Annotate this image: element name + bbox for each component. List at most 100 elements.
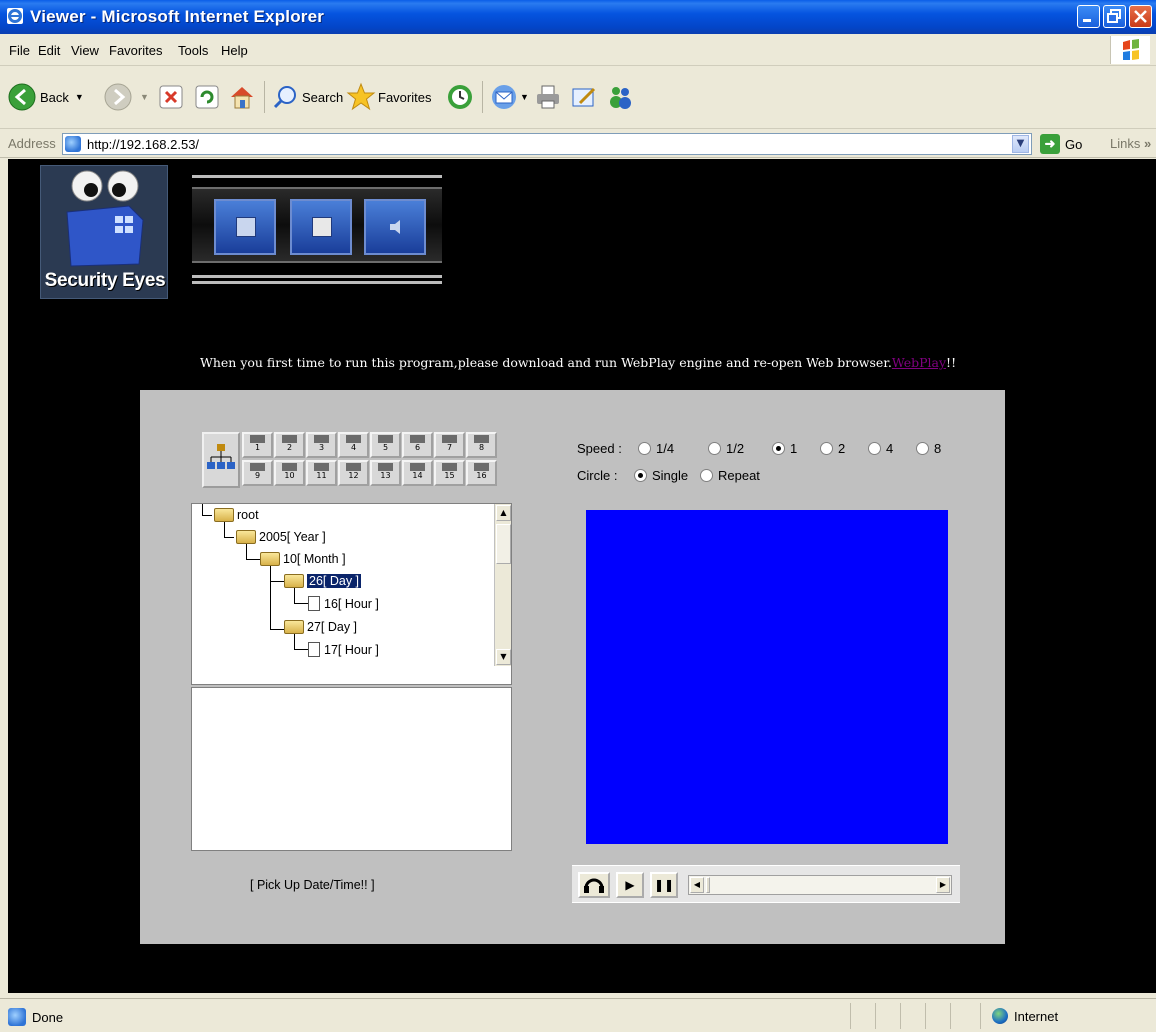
maximize-button[interactable] <box>1103 5 1126 28</box>
messenger-button[interactable] <box>606 80 634 114</box>
camera-channel-button[interactable]: 13 <box>370 460 401 486</box>
speed-option-4x[interactable]: 4 <box>868 441 893 456</box>
forward-dropdown-icon[interactable]: ▼ <box>140 92 149 102</box>
circle-row: Circle : <box>577 468 617 483</box>
tree-node-day-27[interactable]: 27[ Day ] <box>284 620 357 634</box>
audio-button[interactable] <box>364 199 426 255</box>
camera-channel-button[interactable]: 14 <box>402 460 433 486</box>
tree-scrollbar[interactable]: ▲ ▼ <box>494 504 511 666</box>
address-bar: Address http://192.168.2.53/ ▼ ➜ Go Link… <box>0 130 1156 158</box>
camera-channel-button[interactable]: 6 <box>402 432 433 458</box>
menu-help[interactable]: Help <box>221 43 248 58</box>
camera-channel-button[interactable]: 4 <box>338 432 369 458</box>
stop-button[interactable] <box>158 80 184 114</box>
seek-left-icon[interactable]: ◀ <box>690 877 704 893</box>
go-button[interactable]: ➜ Go <box>1040 134 1082 154</box>
address-input[interactable]: http://192.168.2.53/ ▼ <box>62 133 1032 155</box>
camera-channel-button[interactable]: 7 <box>434 432 465 458</box>
radio-icon[interactable] <box>916 442 929 455</box>
close-icon <box>1134 10 1147 23</box>
camera-channel-button[interactable]: 5 <box>370 432 401 458</box>
menu-view[interactable]: View <box>71 43 99 58</box>
camera-channel-button[interactable]: 3 <box>306 432 337 458</box>
circle-option-repeat[interactable]: Repeat <box>700 468 760 483</box>
radio-icon[interactable] <box>638 442 651 455</box>
camera-channel-button[interactable]: 8 <box>466 432 497 458</box>
camera-number: 10 <box>284 471 295 480</box>
camera-channel-button[interactable]: 10 <box>274 460 305 486</box>
mail-button[interactable]: ▼ <box>490 80 529 114</box>
camera-icon <box>346 435 361 443</box>
go-label: Go <box>1065 136 1083 152</box>
pause-button[interactable]: ❚❚ <box>650 872 678 898</box>
camera-channel-button[interactable]: 11 <box>306 460 337 486</box>
play-button[interactable]: ▶ <box>616 872 644 898</box>
camera-number: 6 <box>414 443 421 452</box>
close-button[interactable] <box>1129 5 1152 28</box>
tree-view-button[interactable] <box>202 432 240 488</box>
speed-option-8x[interactable]: 8 <box>916 441 941 456</box>
menu-edit[interactable]: Edit <box>38 43 60 58</box>
toolbar-separator <box>482 81 483 113</box>
speed-option-half[interactable]: 1/2 <box>708 441 744 456</box>
forward-button[interactable]: ▼ <box>104 80 149 114</box>
tree-node-hour-16[interactable]: 16[ Hour ] <box>304 596 379 611</box>
radio-icon[interactable] <box>820 442 833 455</box>
tree-node-month[interactable]: 10[ Month ] <box>260 552 346 566</box>
camera-number: 5 <box>382 443 389 452</box>
video-display[interactable] <box>586 510 948 844</box>
search-button[interactable]: Search <box>272 80 343 114</box>
radio-checked-icon[interactable] <box>772 442 785 455</box>
tree-node-root[interactable]: root <box>214 508 259 522</box>
webplay-link[interactable]: WebPlay <box>892 355 946 370</box>
print-button[interactable] <box>534 80 562 114</box>
option-label: 1/2 <box>726 441 745 456</box>
speed-option-2x[interactable]: 2 <box>820 441 845 456</box>
file-list[interactable] <box>191 687 512 851</box>
scroll-up-icon[interactable]: ▲ <box>496 505 511 521</box>
radio-icon[interactable] <box>700 469 713 482</box>
tree-node-hour-17[interactable]: 17[ Hour ] <box>304 642 379 657</box>
camera-channel-button[interactable]: 9 <box>242 460 273 486</box>
edit-button[interactable] <box>570 80 598 114</box>
refresh-button[interactable] <box>194 80 220 114</box>
links-label: Links <box>1110 136 1141 151</box>
menu-file[interactable]: File <box>9 43 30 58</box>
mail-dropdown-icon[interactable]: ▼ <box>520 92 529 102</box>
tree-node-day-26[interactable]: 26[ Day ] <box>284 574 362 588</box>
back-dropdown-icon[interactable]: ▼ <box>75 92 84 102</box>
radio-icon[interactable] <box>708 442 721 455</box>
window-title: Viewer - Microsoft Internet Explorer <box>30 7 325 26</box>
tree-node-year[interactable]: 2005[ Year ] <box>236 530 326 544</box>
minimize-button[interactable] <box>1077 5 1100 28</box>
circle-option-single[interactable]: Single <box>634 468 688 483</box>
home-button[interactable] <box>228 80 256 114</box>
option-label: 1/4 <box>656 441 675 456</box>
back-button[interactable]: Back ▼ <box>8 80 84 114</box>
address-url[interactable]: http://192.168.2.53/ <box>87 137 199 152</box>
address-dropdown-icon[interactable]: ▼ <box>1012 135 1029 153</box>
seek-thumb[interactable] <box>706 877 710 893</box>
scroll-thumb[interactable] <box>496 524 511 564</box>
radio-checked-icon[interactable] <box>634 469 647 482</box>
playback-button[interactable] <box>290 199 352 255</box>
camera-channel-button[interactable]: 1 <box>242 432 273 458</box>
seek-bar[interactable]: ◀ ▶ <box>688 875 952 895</box>
menu-favorites[interactable]: Favorites <box>109 43 162 58</box>
camera-channel-button[interactable]: 12 <box>338 460 369 486</box>
menu-tools[interactable]: Tools <box>178 43 208 58</box>
links-button[interactable]: Links » <box>1110 136 1151 151</box>
favorites-button[interactable]: Favorites <box>346 80 431 114</box>
speed-option-quarter[interactable]: 1/4 <box>638 441 674 456</box>
seek-right-icon[interactable]: ▶ <box>936 877 950 893</box>
speed-option-1x[interactable]: 1 <box>772 441 797 456</box>
camera-channel-button[interactable]: 15 <box>434 460 465 486</box>
scroll-down-icon[interactable]: ▼ <box>496 649 511 665</box>
radio-icon[interactable] <box>868 442 881 455</box>
live-view-button[interactable] <box>214 199 276 255</box>
camera-channel-button[interactable]: 16 <box>466 460 497 486</box>
history-button[interactable] <box>446 80 474 114</box>
camera-channel-button[interactable]: 2 <box>274 432 305 458</box>
record-search-button[interactable] <box>578 872 610 898</box>
recording-tree[interactable]: root 2005[ Year ] 10[ Month ] 26[ Day ] … <box>191 503 512 685</box>
